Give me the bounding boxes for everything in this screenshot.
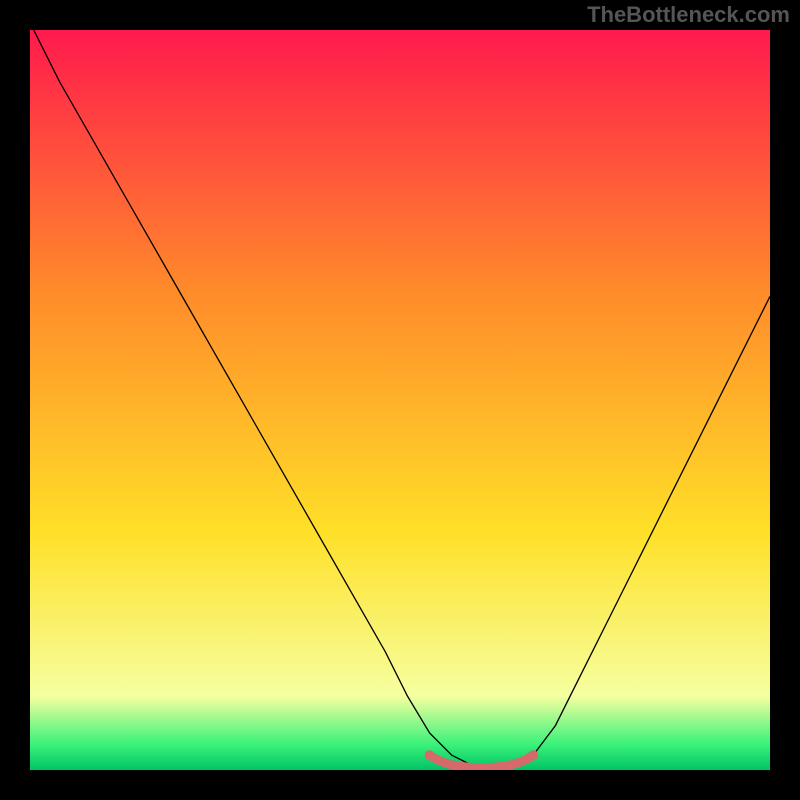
gradient-background (30, 30, 770, 770)
plot-area (30, 30, 770, 770)
chart-frame: TheBottleneck.com (0, 0, 800, 800)
marker-dot-right (528, 750, 538, 760)
watermark-text: TheBottleneck.com (587, 2, 790, 28)
marker-dot-left (425, 750, 435, 760)
chart-svg (30, 30, 770, 770)
